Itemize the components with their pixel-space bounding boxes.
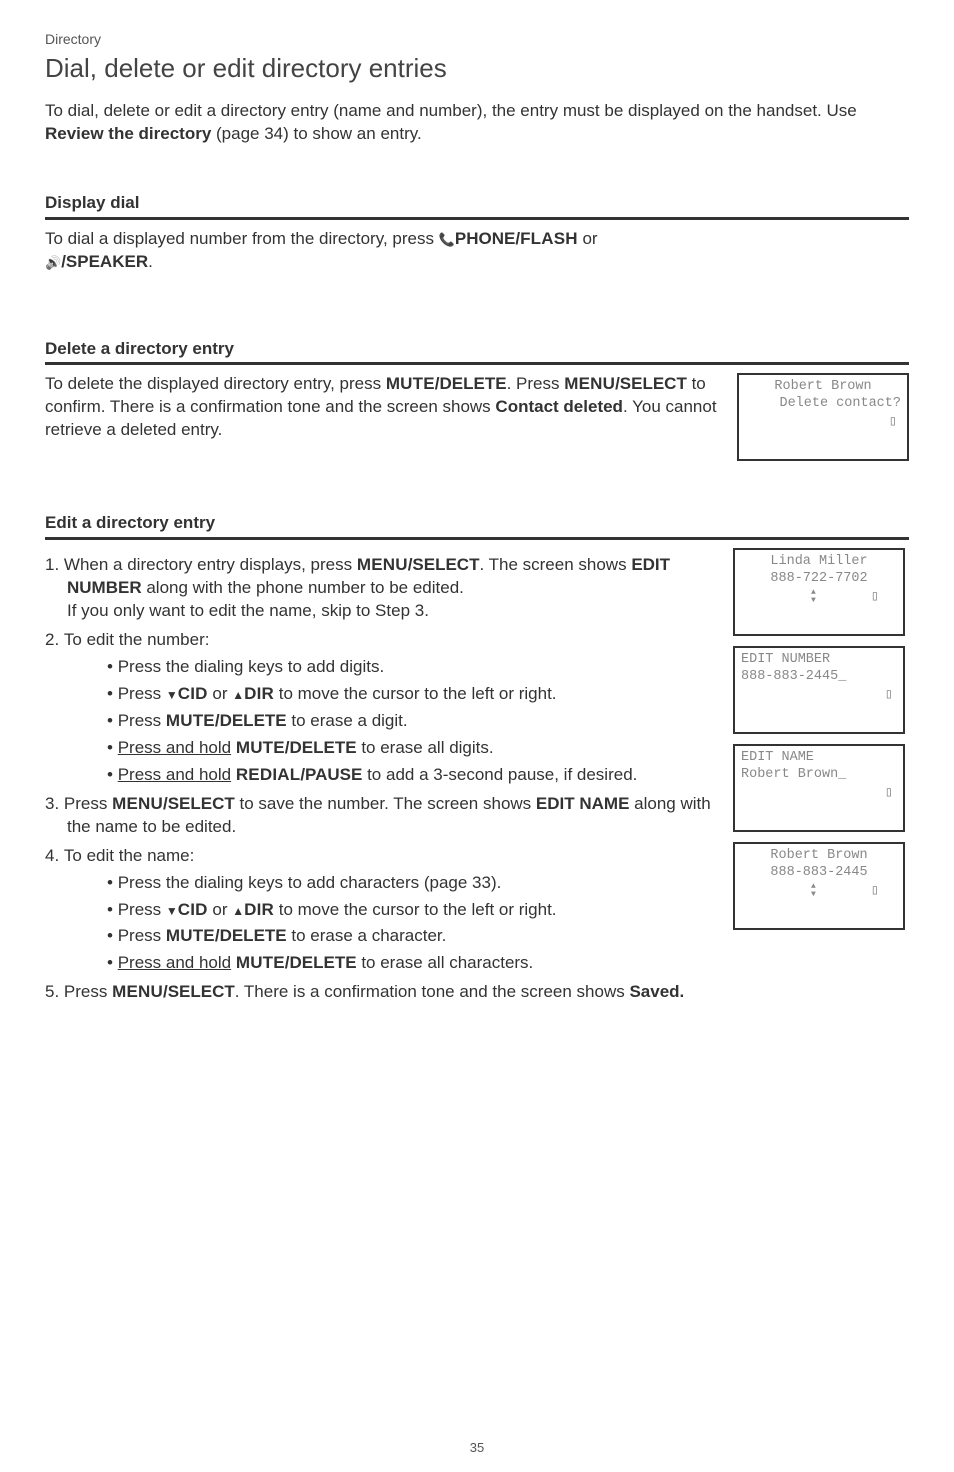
step-1: 1. When a directory entry displays, pres…	[45, 554, 719, 623]
nav-arrows-icon	[811, 883, 816, 901]
display-dial-text: To dial a displayed number from the dire…	[45, 228, 909, 274]
heading-display-dial: Display dial	[45, 192, 139, 215]
lcd-directory-entry: Linda Miller 888-722-7702	[733, 548, 905, 636]
lcd-saved-entry: Robert Brown 888-883-2445	[733, 842, 905, 930]
up-triangle-icon	[232, 684, 244, 703]
list-item: Press CID or DIR to move the cursor to t…	[107, 899, 719, 922]
edit-steps: 1. When a directory entry displays, pres…	[45, 554, 719, 1004]
list-item: Press CID or DIR to move the cursor to t…	[107, 683, 719, 706]
step-2: 2. To edit the number: Press the dialing…	[45, 629, 719, 787]
breadcrumb: Directory	[45, 30, 909, 49]
battery-icon	[871, 883, 879, 901]
heading-delete-entry: Delete a directory entry	[45, 338, 234, 361]
list-item: Press and hold REDIAL/PAUSE to add a 3-s…	[107, 764, 719, 787]
lcd-delete-confirm: Robert Brown Delete contact?	[737, 373, 909, 461]
heading-edit-entry: Edit a directory entry	[45, 512, 215, 535]
step-3: 3. Press MENU/SELECT to save the number.…	[45, 793, 719, 839]
divider	[45, 362, 909, 365]
delete-entry-text: To delete the displayed directory entry,…	[45, 373, 723, 442]
list-item: Press MUTE/DELETE to erase a character.	[107, 925, 719, 948]
intro-paragraph: To dial, delete or edit a directory entr…	[45, 100, 909, 146]
nav-arrows-icon	[811, 589, 816, 607]
lcd-edit-number: EDIT NUMBER 888-883-2445_	[733, 646, 905, 734]
list-item: Press the dialing keys to add characters…	[107, 872, 719, 895]
battery-icon	[889, 414, 897, 432]
divider	[45, 537, 909, 540]
list-item: Press the dialing keys to add digits.	[107, 656, 719, 679]
up-triangle-icon	[232, 900, 244, 919]
lcd-edit-name: EDIT NAME Robert Brown_	[733, 744, 905, 832]
list-item: Press and hold MUTE/DELETE to erase all …	[107, 952, 719, 975]
list-item: Press and hold MUTE/DELETE to erase all …	[107, 737, 719, 760]
battery-icon	[871, 589, 879, 607]
divider	[45, 217, 909, 220]
down-triangle-icon	[166, 684, 178, 703]
list-item: Press MUTE/DELETE to erase a digit.	[107, 710, 719, 733]
speaker-icon	[45, 252, 61, 271]
down-triangle-icon	[166, 900, 178, 919]
page-number: 35	[0, 1439, 954, 1457]
step-5: 5. Press MENU/SELECT. There is a confirm…	[45, 981, 719, 1004]
battery-icon	[885, 687, 893, 705]
step-4: 4. To edit the name: Press the dialing k…	[45, 845, 719, 976]
page-title: Dial, delete or edit directory entries	[45, 51, 909, 86]
battery-icon	[885, 785, 893, 803]
phone-icon	[439, 229, 455, 248]
